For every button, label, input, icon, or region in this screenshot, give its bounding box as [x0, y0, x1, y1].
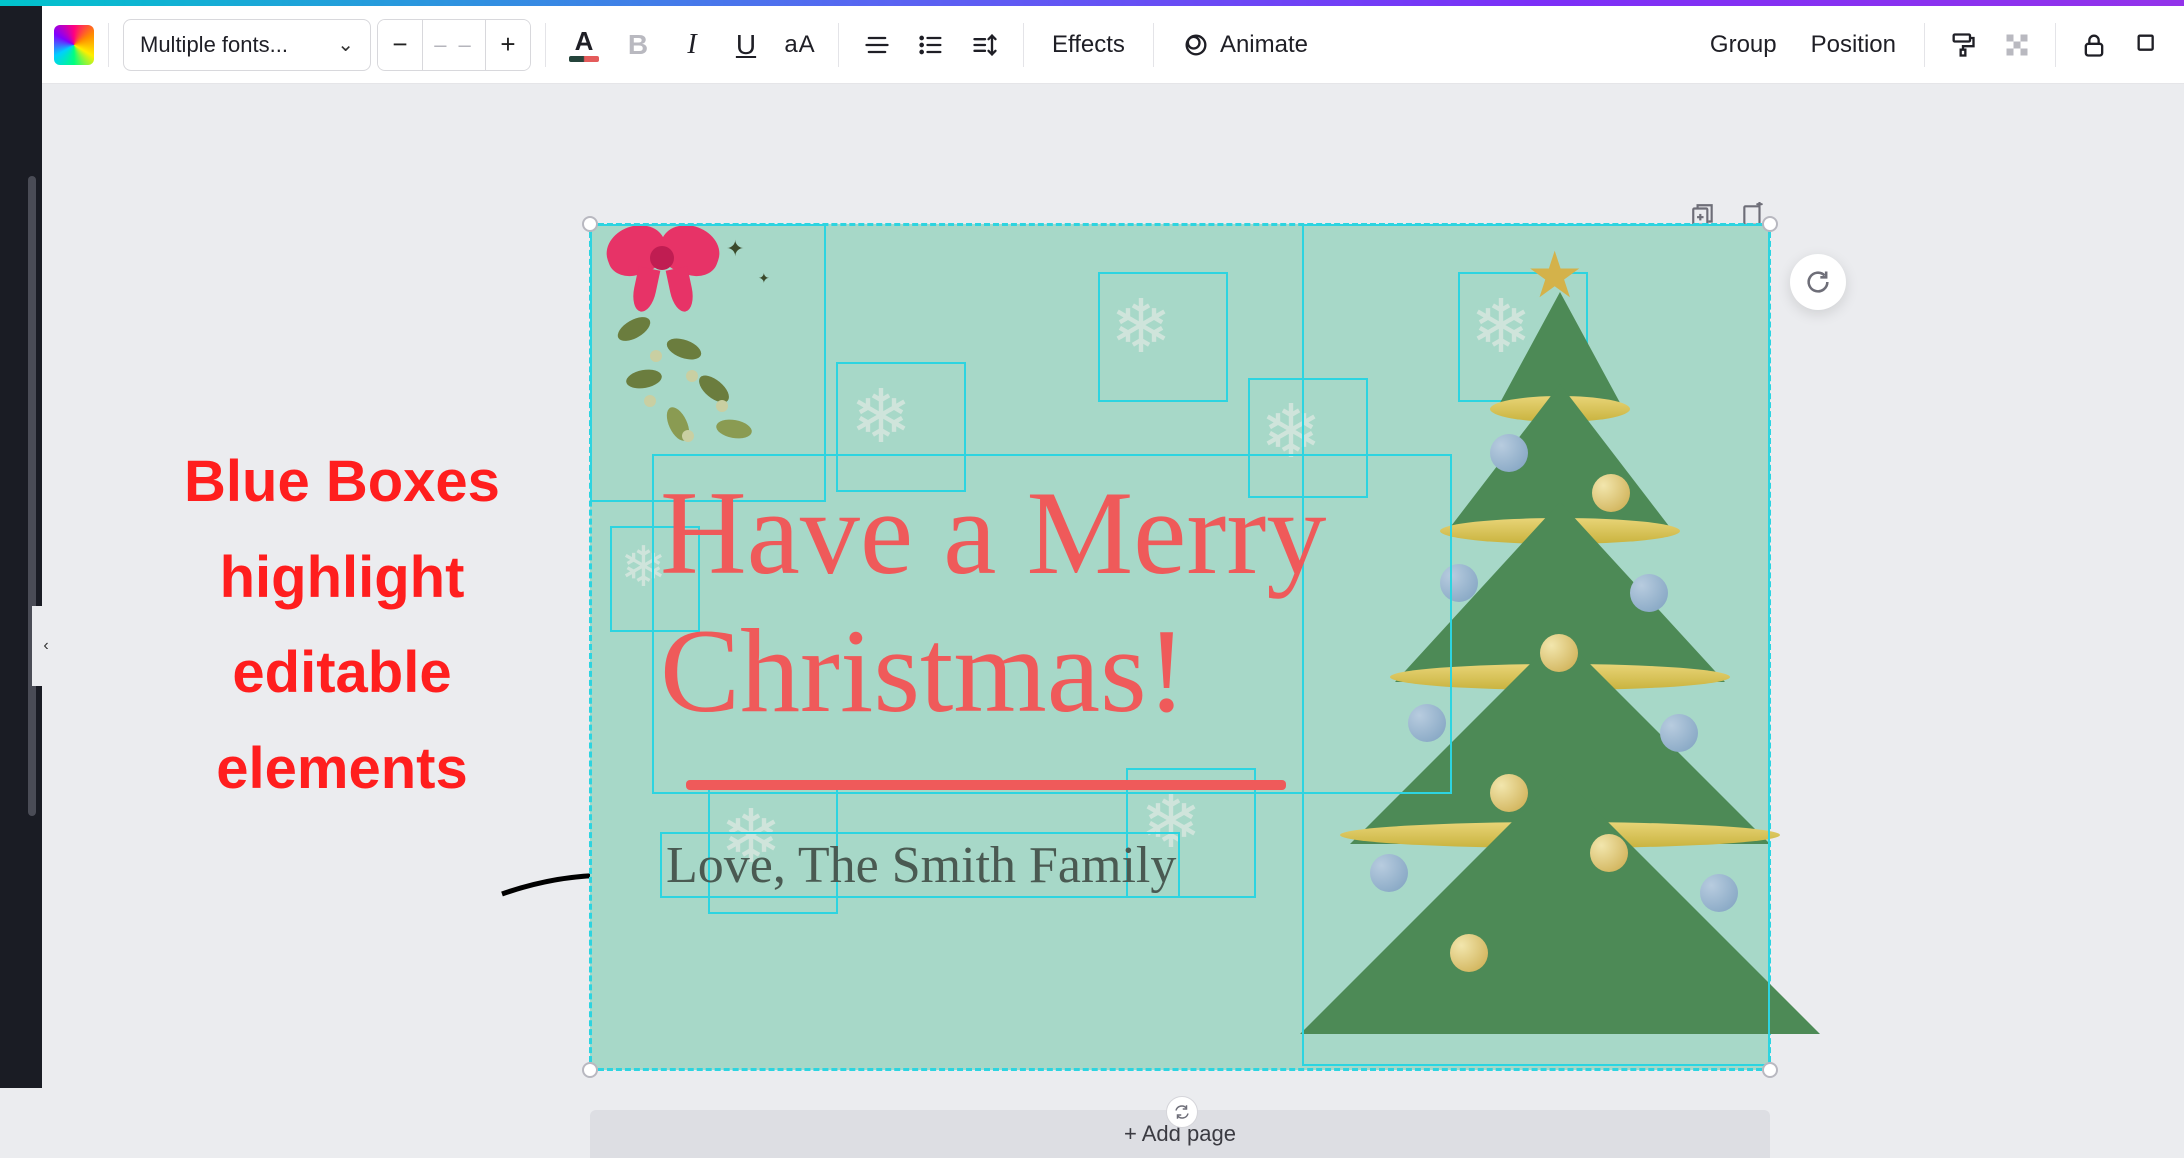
lock-button[interactable]: [2070, 21, 2118, 69]
text-color-underline: [569, 56, 599, 62]
animate-icon: [1182, 31, 1210, 59]
spacing-button[interactable]: [961, 21, 1009, 69]
separator: [838, 23, 839, 67]
bold-button[interactable]: B: [614, 21, 662, 69]
copy-style-button[interactable]: [1939, 21, 1987, 69]
canvas-area[interactable]: Blue Boxes highlight editable elements ❄…: [42, 84, 2184, 1088]
list-icon: [917, 31, 945, 59]
duplicate-button[interactable]: [2124, 21, 2172, 69]
separator: [1924, 23, 1925, 67]
fill-color-swatch[interactable]: [54, 25, 94, 65]
annotation-line: highlight: [132, 530, 552, 626]
italic-button[interactable]: I: [668, 21, 716, 69]
selection-outline[interactable]: [660, 832, 1180, 898]
separator: [108, 23, 109, 67]
lock-icon: [2080, 31, 2108, 59]
font-size-increase-button[interactable]: +: [486, 20, 530, 70]
annotation-line: editable: [132, 625, 552, 721]
separator: [2055, 23, 2056, 67]
effects-button[interactable]: Effects: [1038, 21, 1139, 69]
group-button[interactable]: Group: [1696, 21, 1791, 69]
resize-handle-tr[interactable]: [1762, 216, 1778, 232]
animate-label: Animate: [1220, 31, 1308, 59]
font-size-decrease-button[interactable]: −: [378, 20, 422, 70]
effects-label: Effects: [1052, 31, 1125, 59]
selection-outline[interactable]: [652, 454, 1452, 794]
position-label: Position: [1811, 31, 1896, 59]
sync-icon: [1804, 268, 1832, 296]
separator: [1023, 23, 1024, 67]
position-button[interactable]: Position: [1797, 21, 1910, 69]
annotation-line: elements: [132, 721, 552, 817]
font-size-stepper: − – – +: [377, 19, 531, 71]
text-color-button[interactable]: A: [560, 21, 608, 69]
uppercase-button[interactable]: aA: [776, 21, 824, 69]
group-label: Group: [1710, 31, 1777, 59]
resize-handle-br[interactable]: [1762, 1062, 1778, 1078]
align-icon: [863, 31, 891, 59]
side-panel-rail: ‹: [0, 6, 42, 1088]
transparency-button[interactable]: [1993, 21, 2041, 69]
resize-handle-tl[interactable]: [582, 216, 598, 232]
font-family-select[interactable]: Multiple fonts... ⌄: [123, 19, 371, 71]
duplicate-icon: [2134, 31, 2162, 59]
font-family-label: Multiple fonts...: [140, 32, 288, 58]
transparency-icon: [2003, 31, 2031, 59]
chevron-down-icon: ⌄: [337, 32, 354, 57]
resize-handle-bl[interactable]: [582, 1062, 598, 1078]
text-toolbar: Multiple fonts... ⌄ − – – + A B I U aA E…: [42, 6, 2184, 84]
text-color-icon: A: [575, 28, 594, 54]
alignment-button[interactable]: [853, 21, 901, 69]
tutorial-annotation: Blue Boxes highlight editable elements: [132, 434, 552, 817]
spacing-icon: [971, 31, 999, 59]
rail-scrollbar[interactable]: [28, 176, 36, 816]
design-canvas-page[interactable]: ❄ ❄ ❄ ❄ ❄ ❄ ❄ ✦ ✦: [590, 224, 1770, 1070]
underline-button[interactable]: U: [722, 21, 770, 69]
page-sync-indicator[interactable]: [1166, 1096, 1198, 1128]
annotation-line: Blue Boxes: [132, 434, 552, 530]
selection-outline[interactable]: [1098, 272, 1228, 402]
paint-roller-icon: [1949, 31, 1977, 59]
separator: [545, 23, 546, 67]
animate-button[interactable]: Animate: [1168, 21, 1322, 69]
font-size-value[interactable]: – –: [422, 20, 486, 70]
sync-button[interactable]: [1790, 254, 1846, 310]
separator: [1153, 23, 1154, 67]
list-button[interactable]: [907, 21, 955, 69]
sync-icon: [1173, 1103, 1191, 1121]
